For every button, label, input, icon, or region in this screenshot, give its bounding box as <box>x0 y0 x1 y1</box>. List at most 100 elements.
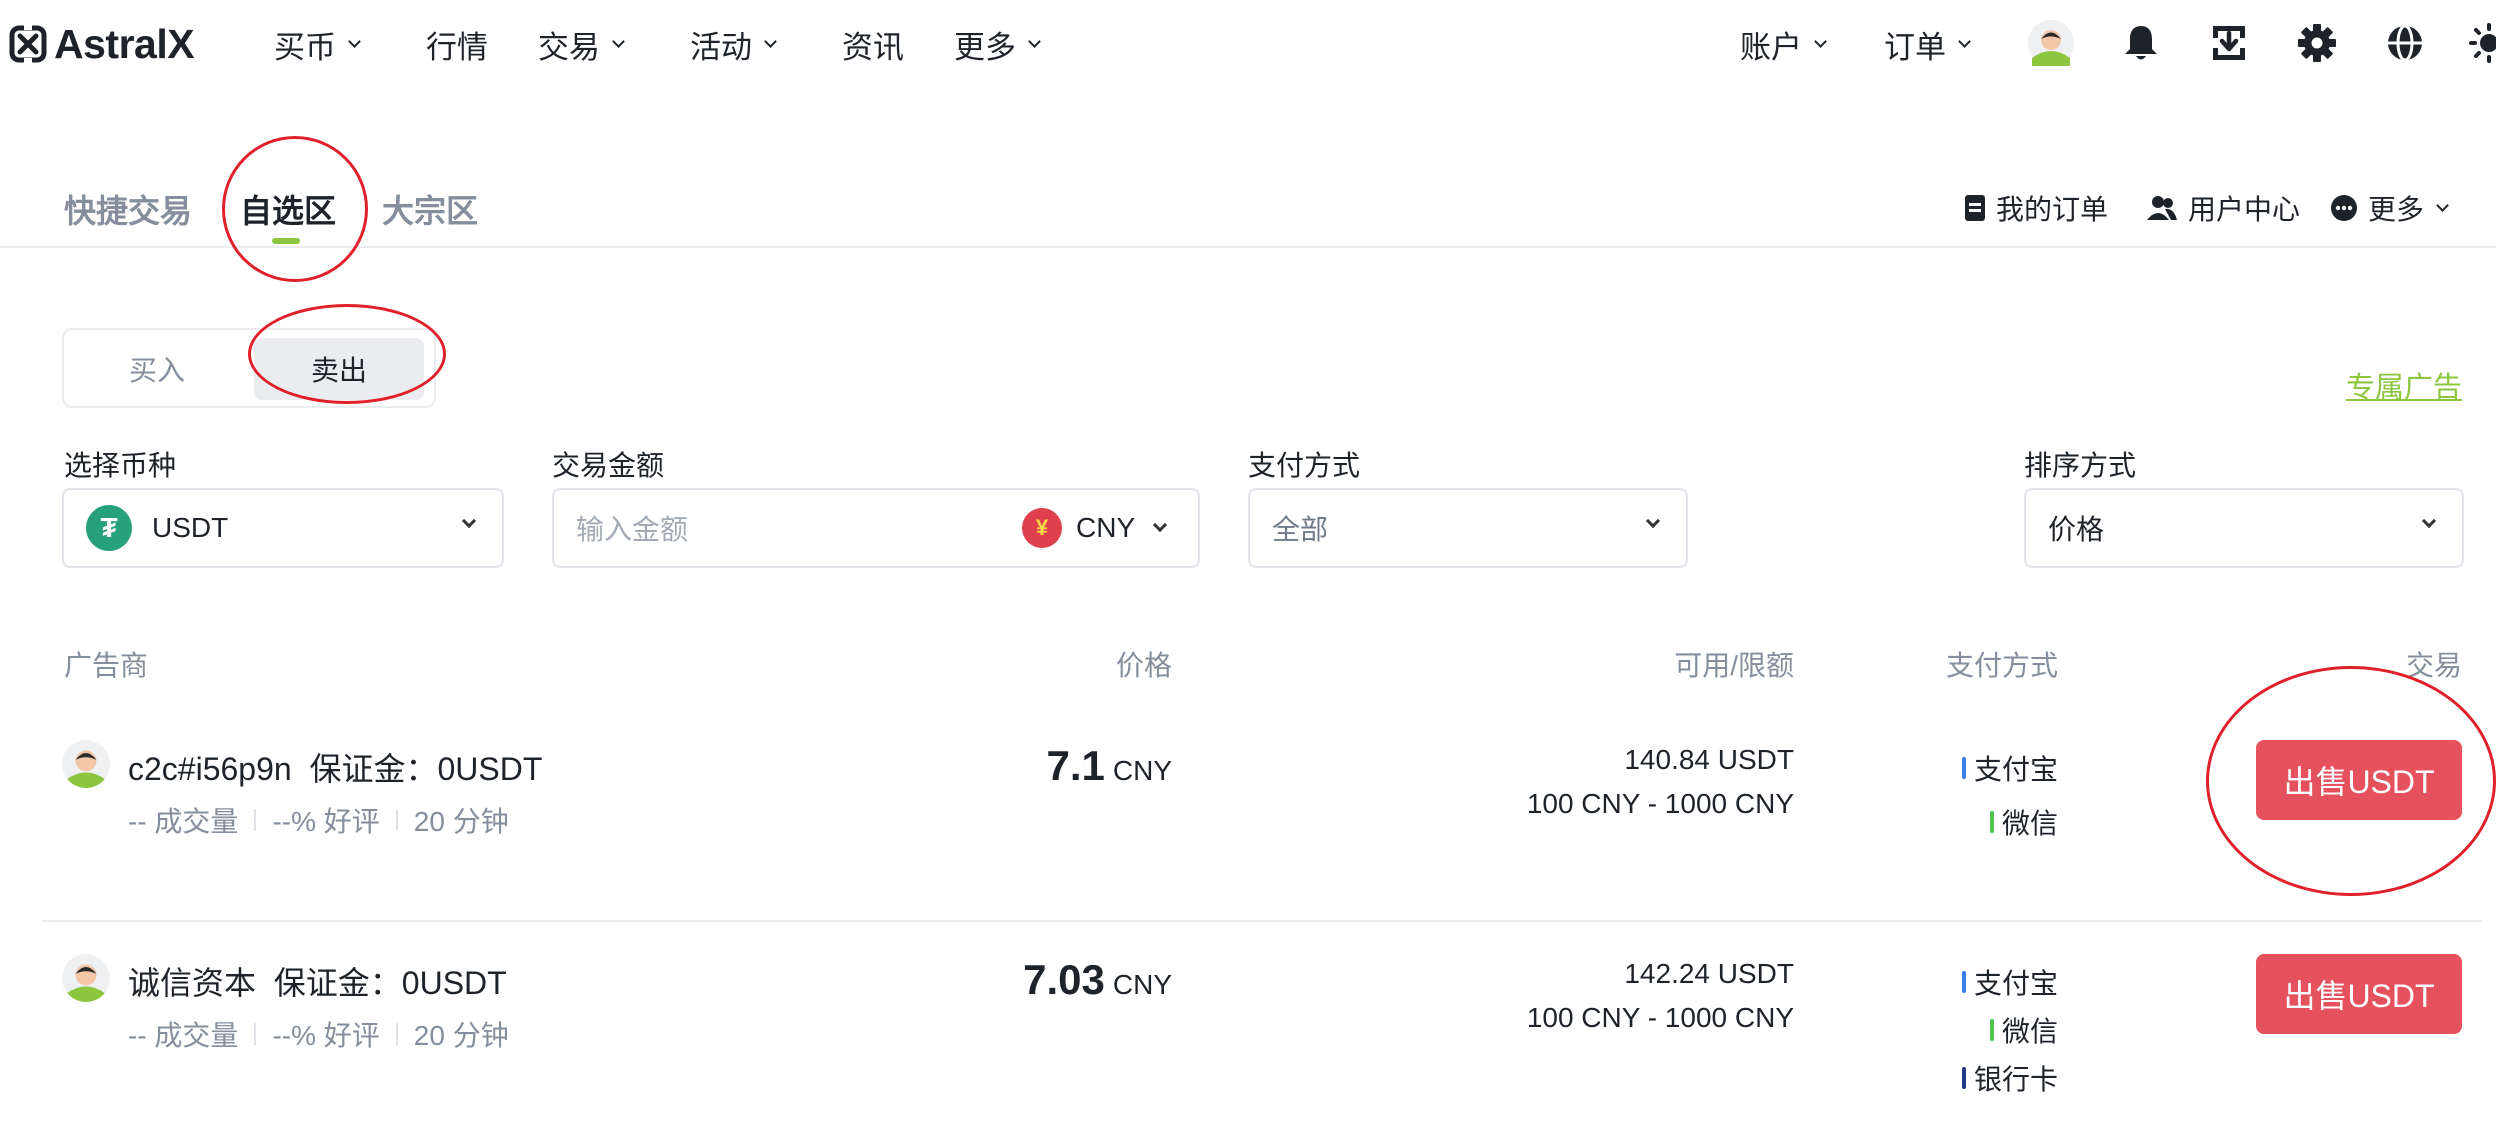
coin-select-value: USDT <box>152 512 229 543</box>
buy-sell-toggle: 买入 卖出 <box>62 328 436 408</box>
nav-buy-coin-label: 买币 <box>274 29 336 65</box>
trade-volume: -- 成交量 <box>128 1020 239 1051</box>
sort-select-value: 价格 <box>2048 514 2105 545</box>
globe-icon <box>2388 24 2422 62</box>
chevron-down-icon <box>1645 513 1661 529</box>
nav-buy-coin[interactable]: 买币 <box>274 20 361 68</box>
row-divider <box>42 920 2482 922</box>
payment-method-wechat: 微信 <box>1989 802 2058 842</box>
sell-option[interactable]: 卖出 <box>254 338 424 400</box>
tab-block-trade[interactable]: 大宗区 <box>382 186 478 232</box>
merchant-avatar-icon <box>62 954 110 1002</box>
divider <box>395 809 398 831</box>
header-payment: 支付方式 <box>1945 650 2058 681</box>
sell-usdt-button[interactable]: 出售USDT <box>2256 740 2462 820</box>
exclusive-ads-link[interactable]: 专属广告 <box>2346 364 2462 406</box>
notifications-button[interactable] <box>2118 20 2164 66</box>
mode-tabs-bar: 快捷交易 自选区 大宗区 <box>0 170 2496 248</box>
coin-select[interactable]: ₮ USDT <box>62 488 504 568</box>
payment-method-alipay: 支付宝 <box>1961 748 2058 788</box>
payment-name: 微信 <box>2001 1016 2058 1047</box>
amount-input-field[interactable]: 输入金额 ¥ CNY <box>552 488 1200 568</box>
nav-account[interactable]: 账户 <box>1740 20 1827 68</box>
payment-method-alipay: 支付宝 <box>1961 962 2058 1002</box>
nav-orders[interactable]: 订单 <box>1884 20 1971 68</box>
user-center-link[interactable]: 用户中心 <box>2146 188 2300 228</box>
chevron-down-icon <box>764 34 777 48</box>
currency-selector[interactable]: ¥ CNY <box>1022 508 1168 548</box>
price-cell: 7.03 CNY <box>1023 956 1172 1004</box>
order-limit: 100 CNY - 1000 CNY <box>1526 788 1794 819</box>
my-orders-link[interactable]: 我的订单 <box>1964 188 2108 228</box>
active-tab-indicator <box>272 238 300 244</box>
release-time: 20 分钟 <box>413 1020 509 1051</box>
wechat-color-bar <box>1989 811 1994 833</box>
merchant-deposit: 保证金：0USDT <box>273 965 507 1001</box>
chevron-down-icon <box>1814 34 1827 48</box>
users-icon <box>2146 194 2178 222</box>
header-trade: 交易 <box>2405 650 2462 681</box>
positive-rating: --% 好评 <box>272 1020 380 1051</box>
download-button[interactable] <box>2206 20 2252 66</box>
merchant-name: 诚信资本 <box>128 965 257 1001</box>
nav-markets[interactable]: 行情 <box>426 20 488 68</box>
payment-select[interactable]: 全部 <box>1248 488 1688 568</box>
coin-filter-label: 选择币种 <box>64 450 177 481</box>
nav-events-label: 活动 <box>690 29 752 65</box>
merchant-name-row[interactable]: 诚信资本 保证金：0USDT <box>128 958 507 1004</box>
chevron-down-icon <box>612 34 625 48</box>
download-icon <box>2213 26 2245 60</box>
merchant-deposit: 保证金：0USDT <box>309 751 543 787</box>
available-cell: 142.24 USDT 100 CNY - 1000 CNY <box>1527 952 1794 1040</box>
merchant-name-row[interactable]: c2c#i56p9n 保证金：0USDT <box>128 744 542 790</box>
nav-trade-label: 交易 <box>538 29 600 65</box>
user-avatar[interactable] <box>2028 20 2074 66</box>
payment-name: 支付宝 <box>1973 754 2058 785</box>
nav-markets-label: 行情 <box>426 29 488 65</box>
available-amount: 140.84 USDT <box>1624 744 1794 775</box>
payment-method-wechat: 微信 <box>1989 1010 2058 1050</box>
language-button[interactable] <box>2382 20 2428 66</box>
alipay-color-bar <box>1961 757 1966 779</box>
my-orders-label: 我的订单 <box>1996 194 2109 225</box>
nav-more[interactable]: 更多 <box>954 20 1041 68</box>
payment-select-value: 全部 <box>1272 514 1329 545</box>
nav-events[interactable]: 活动 <box>690 20 777 68</box>
sell-usdt-button[interactable]: 出售USDT <box>2256 954 2462 1034</box>
chevron-down-icon <box>1958 34 1971 48</box>
nav-news[interactable]: 资讯 <box>842 20 904 68</box>
bell-icon <box>2125 26 2157 60</box>
chevron-down-icon <box>1028 34 1041 48</box>
avatar <box>62 954 110 1002</box>
nav-orders-label: 订单 <box>1884 29 1946 65</box>
avatar <box>62 740 110 788</box>
payment-filter-label: 支付方式 <box>1248 450 1361 481</box>
tab-quick-trade[interactable]: 快捷交易 <box>64 186 192 232</box>
chevron-down-icon <box>2436 198 2449 212</box>
brand-logo[interactable]: AstralX <box>8 18 195 70</box>
chevron-down-icon <box>348 34 361 48</box>
more-menu-link[interactable]: 更多 <box>2330 188 2449 228</box>
settings-button[interactable] <box>2294 20 2340 66</box>
merchant-name: c2c#i56p9n <box>128 751 292 787</box>
price-cell: 7.1 CNY <box>1046 742 1172 790</box>
more-dots-icon <box>2330 194 2358 222</box>
divider <box>395 1023 398 1045</box>
order-limit: 100 CNY - 1000 CNY <box>1526 1002 1794 1033</box>
nav-trade[interactable]: 交易 <box>538 20 625 68</box>
header-advertiser: 广告商 <box>64 650 149 681</box>
astralx-logo-icon <box>9 24 47 64</box>
merchant-stats: -- 成交量 --% 好评 20 分钟 <box>128 1014 509 1054</box>
nav-news-label: 资讯 <box>842 29 904 65</box>
payment-name: 支付宝 <box>1973 968 2058 999</box>
available-amount: 142.24 USDT <box>1624 958 1794 989</box>
chevron-down-icon <box>1153 517 1168 533</box>
sort-select[interactable]: 价格 <box>2024 488 2464 568</box>
header-available: 可用/限额 <box>1674 650 1794 681</box>
theme-button[interactable] <box>2466 20 2496 66</box>
tab-selected-zone[interactable]: 自选区 <box>240 186 336 232</box>
positive-rating: --% 好评 <box>272 806 380 837</box>
nav-more-label: 更多 <box>954 29 1016 65</box>
buy-option[interactable]: 买入 <box>72 338 242 400</box>
avatar-icon <box>2028 20 2074 66</box>
